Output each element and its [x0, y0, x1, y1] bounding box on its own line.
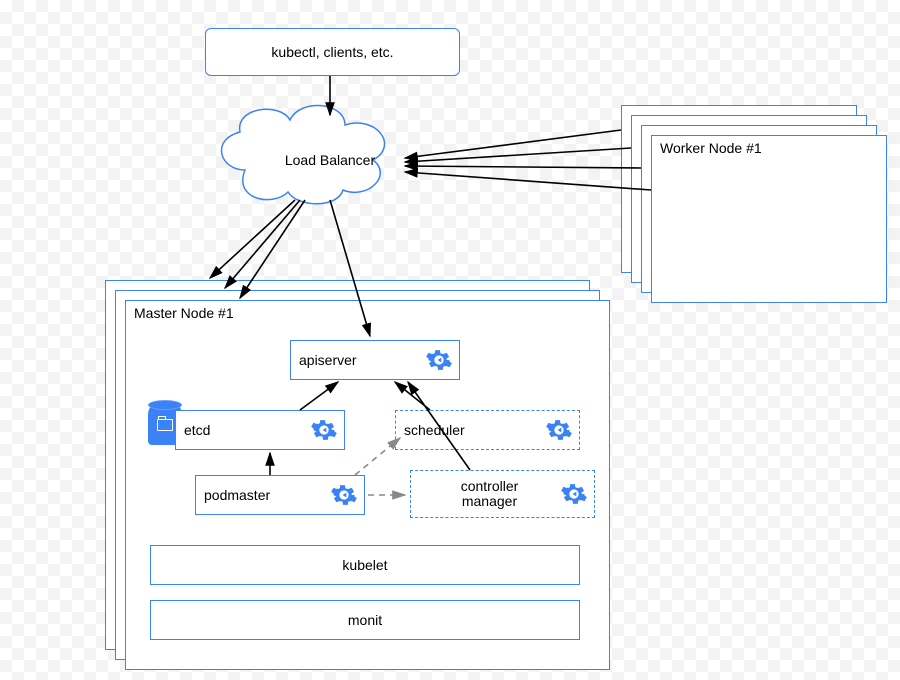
etcd-box: etcd [175, 410, 345, 450]
gear-icon [560, 480, 588, 508]
worker-panel-front: Worker Node #1 [651, 135, 887, 303]
kubelet-label: kubelet [342, 557, 387, 573]
controller-manager-label: controller manager [419, 479, 560, 510]
scheduler-label: scheduler [404, 422, 545, 438]
monit-label: monit [348, 612, 382, 628]
gear-icon [330, 481, 358, 509]
folder-icon [157, 419, 173, 431]
master-panel-title: Master Node #1 [134, 305, 234, 321]
worker-panel-title: Worker Node #1 [660, 140, 762, 156]
clients-label: kubectl, clients, etc. [271, 44, 393, 60]
diagram-canvas: kubectl, clients, etc. Worker Node #1 Ma… [0, 0, 900, 680]
controller-manager-box: controller manager [410, 470, 595, 518]
podmaster-box: podmaster [195, 475, 365, 515]
gear-icon [545, 416, 573, 444]
apiserver-box: apiserver [290, 340, 460, 380]
gear-icon [310, 416, 338, 444]
gear-icon [425, 346, 453, 374]
clients-box: kubectl, clients, etc. [205, 28, 460, 76]
etcd-label: etcd [184, 422, 310, 438]
monit-box: monit [150, 600, 580, 640]
kubelet-box: kubelet [150, 545, 580, 585]
load-balancer-label: Load Balancer [265, 152, 395, 168]
apiserver-label: apiserver [299, 352, 425, 368]
podmaster-label: podmaster [204, 487, 330, 503]
scheduler-box: scheduler [395, 410, 580, 450]
